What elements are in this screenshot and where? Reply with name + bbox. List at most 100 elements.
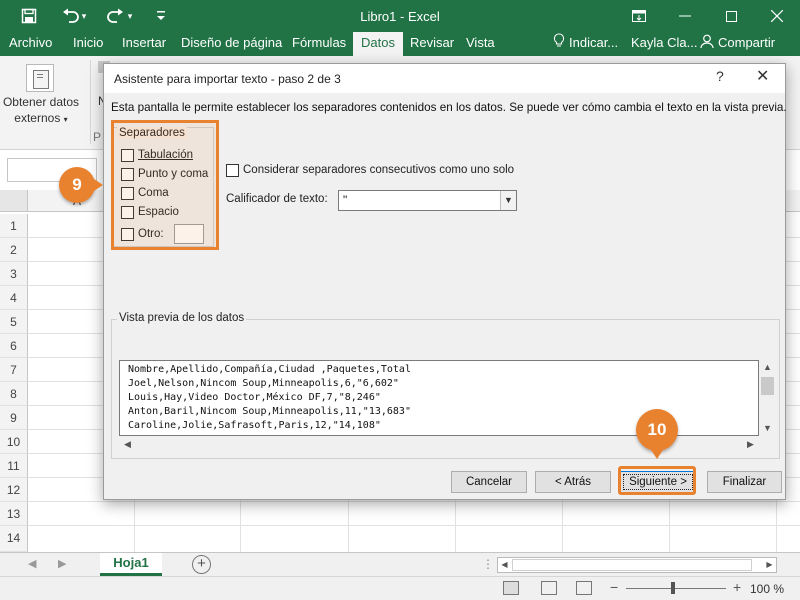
sheet-tab-hoja1[interactable]: Hoja1 (100, 553, 162, 576)
preview-line: Louis,Hay,Video Doctor,México DF,7,"8,24… (128, 392, 381, 403)
ribbon-clipped-p: P (93, 130, 102, 144)
scroll-right-icon[interactable]: ▶ (763, 558, 776, 572)
horizontal-scrollbar[interactable]: ◀ ▶ (497, 557, 777, 573)
get-data-line2: externos ▾ (0, 110, 82, 128)
consecutive-separators-label: Considerar separadores consecutivos como… (243, 164, 515, 176)
scrollbar-thumb[interactable] (512, 559, 752, 571)
get-data-line1: Obtener datos (2, 95, 80, 109)
minimize-button[interactable] (662, 0, 708, 32)
row-header[interactable]: 14 (0, 526, 28, 552)
tab-diseno-pagina[interactable]: Diseño de página (181, 32, 282, 56)
step-10-callout: 10 (636, 409, 678, 451)
previous-sheet-icon[interactable]: ◀ (28, 557, 36, 570)
step-9-callout: 9 (59, 167, 95, 203)
chevron-down-icon[interactable]: ▼ (500, 191, 516, 210)
maximize-button[interactable] (708, 0, 754, 32)
title-bar: ▾ ▾ Libro1 - Excel (0, 0, 800, 32)
ribbon-tabs: Archivo Inicio Insertar Diseño de página… (0, 32, 800, 56)
row-header[interactable]: 3 (0, 262, 28, 286)
tab-split-handle-icon[interactable]: ⋮ (482, 557, 494, 571)
row-header[interactable]: 7 (0, 358, 28, 382)
text-qualifier-label: Calificador de texto: (226, 193, 328, 205)
page-break-view-icon[interactable] (576, 581, 592, 595)
tab-insertar[interactable]: Insertar (122, 32, 166, 56)
share-label: Compartir (718, 35, 776, 50)
row-header[interactable]: 2 (0, 238, 28, 262)
share-button[interactable]: Compartir (700, 32, 775, 56)
import-text-wizard-dialog: Asistente para importar texto - paso 2 d… (103, 63, 787, 500)
tab-vista[interactable]: Vista (466, 32, 495, 56)
sheet-tabs-bar: ◀ ▶ Hoja1 + ⋮ ◀ ▶ (0, 552, 800, 576)
get-data-line2-text: externos (14, 111, 61, 125)
row-header[interactable]: 1 (0, 214, 28, 238)
preview-line: Anton,Baril,Nincom Soup,Minneapolis,11,"… (128, 406, 411, 417)
dialog-title-bar: Asistente para importar texto - paso 2 d… (104, 64, 785, 93)
next-button-highlight-callout (618, 466, 696, 495)
ribbon-divider (90, 60, 91, 144)
row-header[interactable]: 4 (0, 286, 28, 310)
preview-line: Nombre,Apellido,Compañía,Ciudad ,Paquete… (128, 364, 411, 375)
close-window-button[interactable] (754, 0, 800, 32)
help-button[interactable]: ? (716, 68, 724, 84)
normal-view-icon[interactable] (503, 581, 519, 595)
scroll-right-icon[interactable]: ▶ (747, 439, 754, 450)
tab-revisar[interactable]: Revisar (410, 32, 454, 56)
tab-datos[interactable]: Datos (353, 32, 403, 56)
callout-arrow-icon (649, 447, 665, 459)
back-button[interactable]: < Atrás (535, 471, 611, 493)
separators-highlight-callout (111, 120, 219, 250)
zoom-slider[interactable] (626, 588, 726, 589)
row-header[interactable]: 12 (0, 478, 28, 502)
lightbulb-icon (553, 33, 565, 55)
tell-me-box[interactable]: Indicar... (553, 32, 618, 56)
zoom-level[interactable]: 100 % (750, 582, 784, 596)
row-header[interactable]: 5 (0, 310, 28, 334)
user-icon (700, 33, 714, 55)
select-all-corner[interactable] (0, 190, 28, 212)
preview-line: Caroline,Jolie,Safrasoft,Paris,12,"14,10… (128, 420, 381, 431)
consecutive-separators-option[interactable]: Considerar separadores consecutivos como… (226, 162, 514, 178)
scroll-left-icon[interactable]: ◀ (498, 558, 511, 572)
row-header[interactable]: 9 (0, 406, 28, 430)
zoom-out-button[interactable]: − (610, 579, 618, 595)
scroll-up-icon[interactable]: ▲ (763, 362, 772, 372)
status-bar: − + 100 % (0, 576, 800, 600)
text-qualifier-select[interactable]: " ▼ (338, 190, 517, 211)
data-preview-group: Vista previa de los datos Nombre,Apellid… (111, 312, 780, 459)
user-name[interactable]: Kayla Cla... (631, 32, 697, 56)
tell-me-label: Indicar... (569, 35, 619, 50)
row-header[interactable]: 8 (0, 382, 28, 406)
zoom-in-button[interactable]: + (733, 579, 741, 595)
finish-button[interactable]: Finalizar (707, 471, 782, 493)
external-data-icon (26, 64, 54, 92)
add-sheet-button[interactable]: + (192, 555, 211, 574)
dropdown-icon: ▾ (63, 115, 68, 124)
tab-formulas[interactable]: Fórmulas (292, 32, 346, 56)
tab-inicio[interactable]: Inicio (73, 32, 103, 56)
dialog-close-button[interactable]: ✕ (756, 66, 769, 86)
scroll-down-icon[interactable]: ▼ (763, 423, 772, 433)
scrollbar-thumb[interactable] (761, 377, 774, 395)
callout-arrow-icon (91, 177, 103, 193)
scroll-left-icon[interactable]: ◀ (124, 439, 131, 450)
page-layout-view-icon[interactable] (541, 581, 557, 595)
dialog-title: Asistente para importar texto - paso 2 d… (114, 72, 341, 86)
row-header[interactable]: 11 (0, 454, 28, 478)
row-divider (28, 525, 800, 526)
next-sheet-icon[interactable]: ▶ (58, 557, 66, 570)
row-divider (28, 501, 800, 502)
cancel-button[interactable]: Cancelar (451, 471, 527, 493)
zoom-slider-thumb[interactable] (671, 582, 675, 594)
get-data-label: Obtener datos externos ▾ (0, 94, 82, 128)
tab-archivo[interactable]: Archivo (9, 32, 52, 56)
preview-line: Joel,Nelson,Nincom Soup,Minneapolis,6,"6… (128, 378, 399, 389)
checkbox[interactable] (226, 163, 239, 177)
data-preview-title: Vista previa de los datos (117, 312, 247, 324)
row-header[interactable]: 6 (0, 334, 28, 358)
dialog-description: Esta pantalla le permite establecer los … (111, 101, 787, 114)
ribbon-display-options-icon[interactable] (616, 0, 662, 32)
text-qualifier-value: " (343, 193, 348, 207)
preview-vertical-scrollbar[interactable]: ▲ ▼ (759, 360, 776, 436)
row-header[interactable]: 10 (0, 430, 28, 454)
row-header[interactable]: 13 (0, 502, 28, 526)
